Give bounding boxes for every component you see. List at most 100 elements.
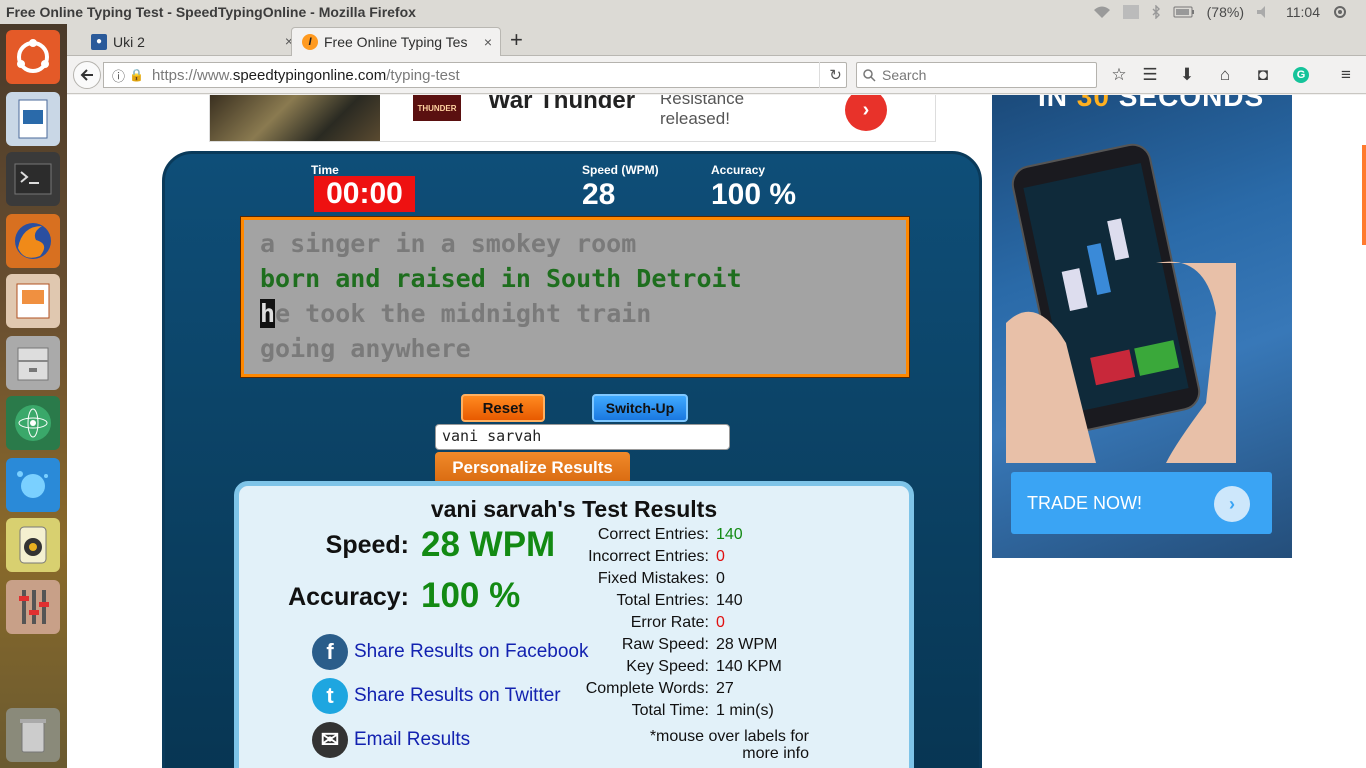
contact-favicon-icon: ● xyxy=(91,33,107,50)
right-side-ad[interactable]: IN 30 SECONDS TRADE NOW! › xyxy=(992,95,1292,558)
speedtyping-favicon-icon: I xyxy=(302,34,318,50)
reading-list-icon[interactable]: ☰ xyxy=(1139,64,1161,86)
detail-label[interactable]: Incorrect Entries: xyxy=(239,548,709,570)
back-button[interactable] xyxy=(73,61,101,89)
accuracy-label: Accuracy xyxy=(711,163,766,177)
trash-icon[interactable] xyxy=(6,708,60,762)
atom-icon[interactable] xyxy=(6,396,60,450)
terminal-icon[interactable] xyxy=(6,152,60,206)
reload-icon[interactable]: ↻ xyxy=(819,62,851,88)
bookmark-star-icon[interactable]: ☆ xyxy=(1108,64,1130,86)
detail-label[interactable]: Error Rate: xyxy=(239,614,709,636)
search-placeholder: Search xyxy=(882,67,927,83)
detail-value: 140 xyxy=(716,592,743,609)
arrow-right-icon: › xyxy=(1214,486,1250,522)
battery-icon[interactable] xyxy=(1173,5,1195,19)
text-line: going anywhere xyxy=(260,334,471,363)
new-tab-button[interactable]: + xyxy=(510,29,523,51)
ad-headline: IN 30 SECONDS xyxy=(1038,95,1264,113)
volume-icon[interactable] xyxy=(1256,5,1274,19)
scrollbar[interactable] xyxy=(1360,95,1366,768)
detail-value: 27 xyxy=(716,680,734,697)
tab-uki[interactable]: ● Uki 2 × xyxy=(81,27,301,56)
grammarly-icon[interactable]: G xyxy=(1290,64,1312,86)
typing-test-panel: Time 00:00 Speed (WPM) 28 Accuracy 100 %… xyxy=(162,151,982,768)
mixer-settings-icon[interactable] xyxy=(6,580,60,634)
info-icon[interactable]: ⓘ xyxy=(112,66,125,85)
detail-label[interactable]: Total Time: xyxy=(239,702,709,724)
top-banner-ad[interactable]: THUNDER War Thunder Resistance released!… xyxy=(209,95,936,142)
close-tab-icon[interactable]: × xyxy=(484,34,492,50)
detail-label[interactable]: Raw Speed: xyxy=(239,636,709,658)
time-value: 00:00 xyxy=(314,176,415,212)
detail-label[interactable]: Fixed Mistakes: xyxy=(239,570,709,592)
files-icon[interactable] xyxy=(6,336,60,390)
reset-button[interactable]: Reset xyxy=(461,394,545,422)
ad-arrow-icon[interactable]: › xyxy=(845,95,887,131)
switch-up-button[interactable]: Switch-Up xyxy=(592,394,688,422)
detail-label[interactable]: Correct Entries: xyxy=(239,526,709,548)
email-results-link[interactable]: ✉ Email Results xyxy=(312,722,470,758)
home-icon[interactable]: ⌂ xyxy=(1214,64,1236,86)
firefox-icon[interactable] xyxy=(6,214,60,268)
tab-typing-test[interactable]: I Free Online Typing Tes × xyxy=(291,27,501,56)
ad-headline-highlight: 30 xyxy=(1076,95,1110,112)
download-icon[interactable]: ⬇ xyxy=(1176,64,1198,86)
url-text[interactable]: https://www.speedtypingonline.com/typing… xyxy=(152,67,460,84)
detail-value: 1 min(s) xyxy=(716,702,774,719)
navigation-toolbar: ⓘ 🔒 https://www.speedtypingonline.com/ty… xyxy=(67,56,1366,94)
detail-label[interactable]: Complete Words: xyxy=(239,680,709,702)
accuracy-value: 100 % xyxy=(711,178,797,211)
url-scheme: https://www. xyxy=(151,66,233,84)
speaker-app-icon[interactable] xyxy=(6,518,60,572)
ubuntu-dash-icon[interactable] xyxy=(6,30,60,84)
results-title: vani sarvah's Test Results xyxy=(430,496,718,522)
url-bar[interactable]: ⓘ 🔒 https://www.speedtypingonline.com/ty… xyxy=(103,62,847,88)
speed-label: Speed (WPM) xyxy=(582,163,659,177)
tab-bar: ● Uki 2 × I Free Online Typing Tes × + xyxy=(67,24,1366,56)
name-input[interactable]: vani sarvah xyxy=(435,424,730,450)
tab-label: Free Online Typing Tes xyxy=(324,34,468,50)
lock-icon[interactable]: 🔒 xyxy=(129,68,144,82)
detail-value: 0 xyxy=(716,614,725,631)
search-input[interactable]: Search xyxy=(856,62,1097,88)
ad-title: War Thunder xyxy=(488,95,636,114)
trade-now-label: TRADE NOW! xyxy=(1027,492,1142,513)
clock[interactable]: 11:04 xyxy=(1286,4,1320,20)
detail-value: 0 xyxy=(716,570,725,587)
keyboard-icon[interactable] xyxy=(1122,5,1139,19)
text-line-active: born and raised in South Detroit xyxy=(260,264,742,293)
detail-value: 0 xyxy=(716,548,725,565)
tab-label: Uki 2 xyxy=(113,33,145,50)
bluetooth-icon[interactable] xyxy=(1151,5,1161,19)
ad-image xyxy=(210,95,380,141)
ad-headline-part: IN xyxy=(1038,95,1077,112)
detail-label[interactable]: Total Entries: xyxy=(239,592,709,614)
search-icon xyxy=(863,68,876,82)
detail-value: 28 WPM xyxy=(716,636,778,653)
typing-text-area[interactable]: a singer in a smokey room born and raise… xyxy=(240,216,910,378)
ad-text: Resistance released! xyxy=(660,95,745,128)
ad-logo: THUNDER xyxy=(413,95,461,121)
ad-headline-part: SECONDS xyxy=(1109,95,1265,112)
phone-image xyxy=(1006,143,1236,463)
libreoffice-impress-icon[interactable] xyxy=(6,274,60,328)
libreoffice-writer-icon[interactable] xyxy=(6,92,60,146)
hamburger-menu-icon[interactable]: ≡ xyxy=(1335,64,1357,86)
wifi-icon[interactable] xyxy=(1093,5,1111,19)
window-title: Free Online Typing Test - SpeedTypingOnl… xyxy=(6,4,416,20)
scrollbar-thumb[interactable] xyxy=(1362,145,1366,245)
os-top-bar: Free Online Typing Test - SpeedTypingOnl… xyxy=(0,0,1366,24)
battery-level: (78%) xyxy=(1206,4,1244,20)
text-line: a singer in a smokey room xyxy=(260,229,637,258)
power-gear-icon[interactable] xyxy=(1332,4,1348,20)
paint-splash-icon[interactable] xyxy=(6,458,60,512)
pocket-icon[interactable]: ◘ xyxy=(1252,64,1274,86)
personalize-results-button[interactable]: Personalize Results xyxy=(435,452,630,484)
time-label: Time xyxy=(311,163,339,177)
text-line: he took the midnight train xyxy=(260,296,890,331)
mouse-over-note: *mouse over labels for more info xyxy=(649,728,809,762)
trade-now-button[interactable]: TRADE NOW! › xyxy=(1011,472,1272,534)
detail-label[interactable]: Key Speed: xyxy=(239,658,709,680)
email-icon: ✉ xyxy=(312,722,348,758)
